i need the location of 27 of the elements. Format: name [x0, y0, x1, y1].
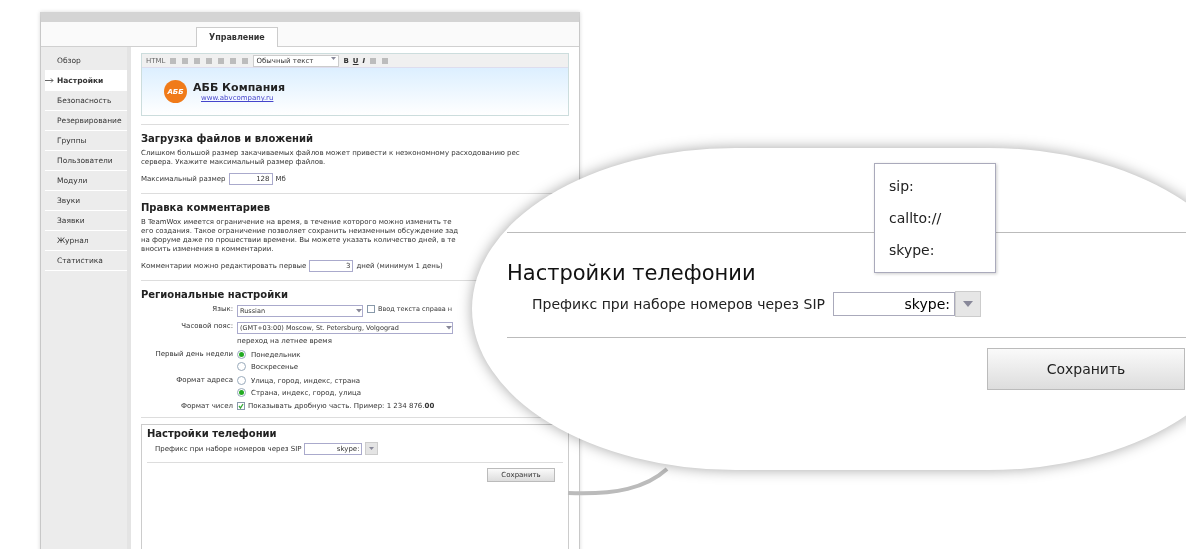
section-title: Настройки телефонии [507, 261, 757, 285]
section-title: Настройки телефонии [147, 428, 278, 439]
radio-button[interactable] [237, 350, 246, 359]
save-button[interactable]: Сохранить [987, 348, 1185, 390]
section-title: Правка комментариев [141, 202, 272, 213]
radio-button[interactable] [237, 376, 246, 385]
dropdown-option[interactable]: skype: [875, 234, 995, 266]
field-label: Префикс при наборе номеров через SIP [532, 296, 825, 312]
checkbox[interactable] [237, 402, 245, 410]
prefix-input[interactable]: skype: [832, 292, 955, 316]
company-name: АББ Компания [193, 81, 286, 94]
dropdown-arrow-icon [962, 301, 973, 307]
dropdown-option[interactable]: callto:// [875, 202, 995, 234]
dropdown-arrow-icon [356, 309, 362, 313]
section-title: Региональные настройки [141, 289, 289, 300]
radio-button[interactable] [237, 388, 246, 397]
dropdown-button[interactable] [954, 291, 981, 317]
tab[interactable]: Управление [196, 27, 278, 47]
dropdown-arrow-icon [369, 447, 375, 450]
radio-button[interactable] [237, 362, 246, 371]
checkbox[interactable] [367, 305, 375, 313]
dropdown-arrow-icon [331, 56, 337, 60]
arrow-icon [45, 78, 54, 83]
dropdown-arrow-icon [446, 326, 452, 330]
section-title: Загрузка файлов и вложений [141, 133, 314, 144]
dropdown-option[interactable]: sip: [875, 170, 995, 202]
dropdown-button[interactable] [365, 442, 379, 455]
